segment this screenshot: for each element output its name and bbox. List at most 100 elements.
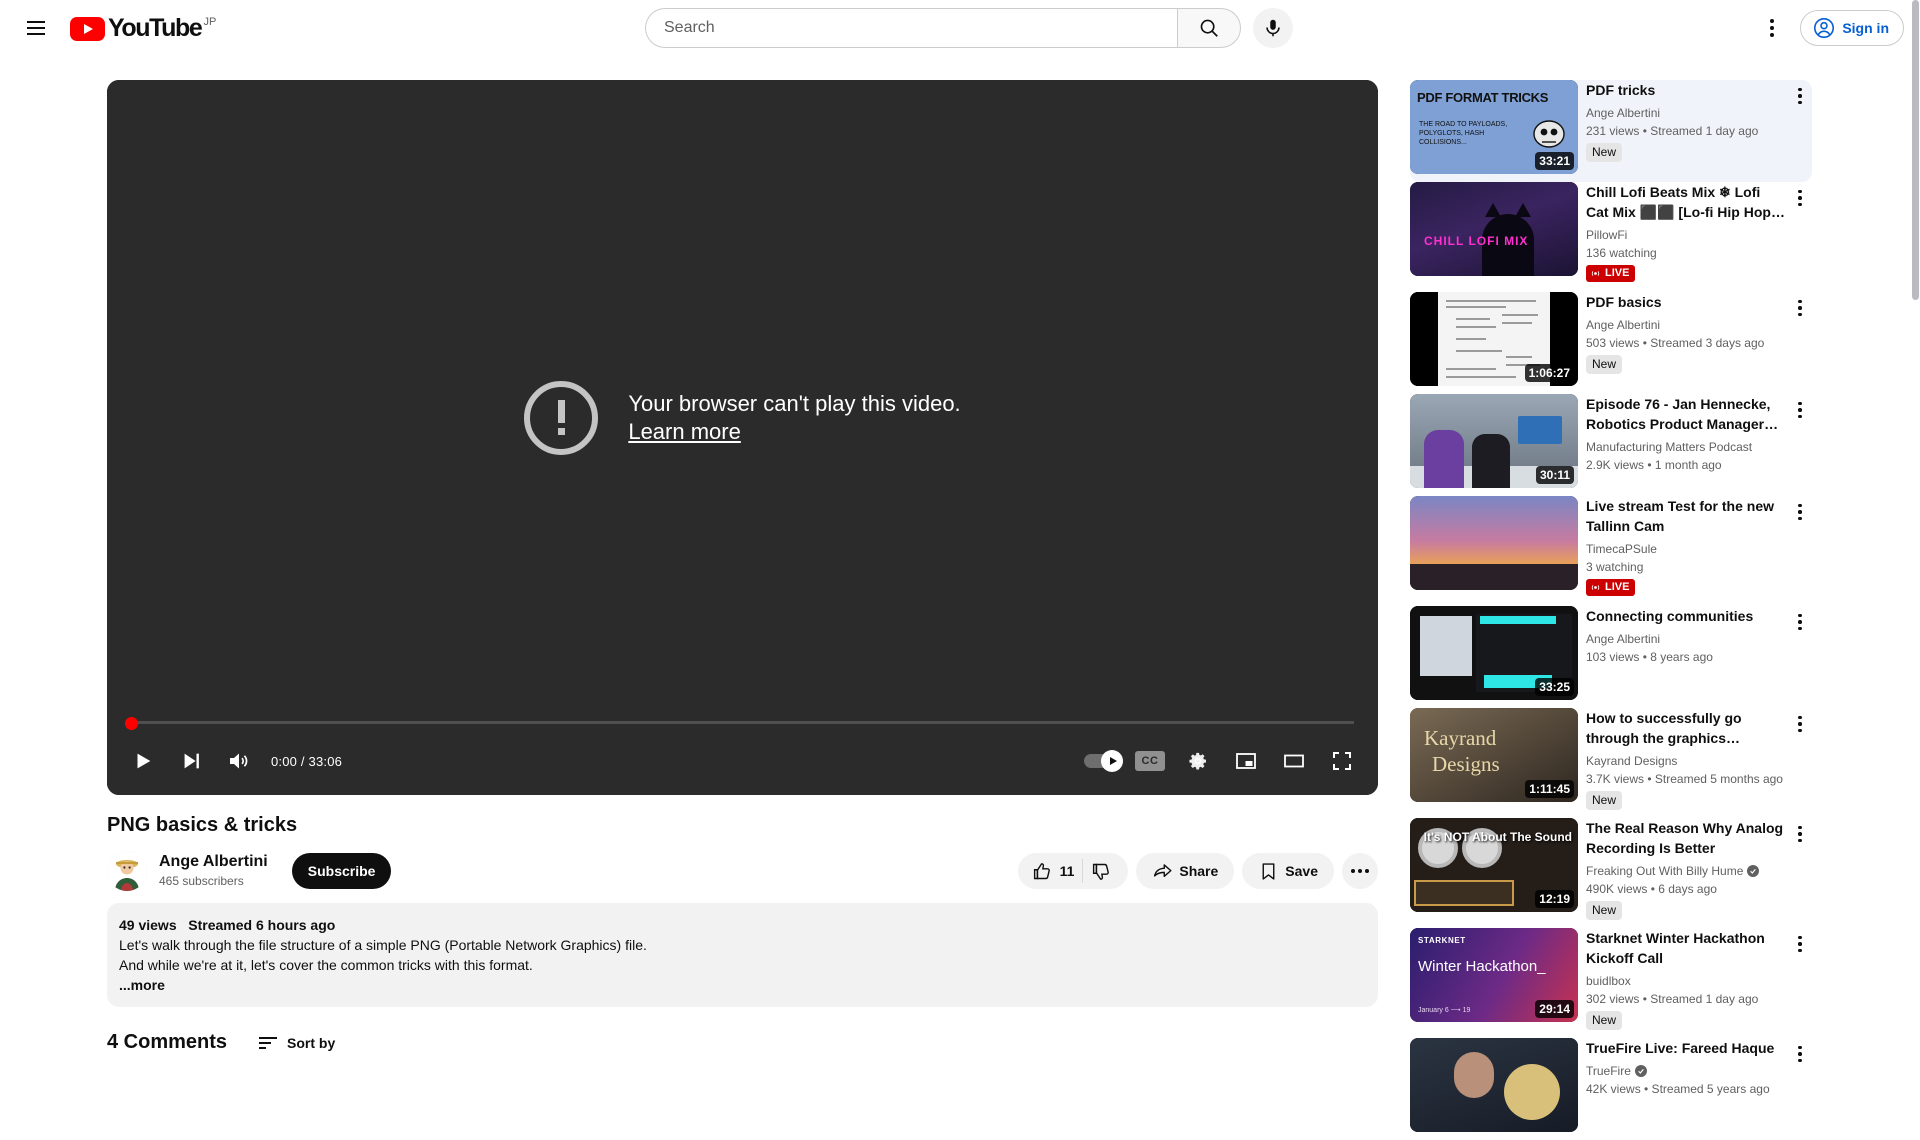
list-item[interactable]: 1:06:27 PDF basics Ange Albertini 503 vi… xyxy=(1410,292,1812,394)
list-item[interactable]: 30:11 Episode 76 - Jan Hennecke, Robotic… xyxy=(1410,394,1812,496)
video-player[interactable]: Your browser can't play this video. Lear… xyxy=(107,80,1378,795)
video-channel[interactable]: TimecaPSule xyxy=(1586,540,1786,558)
video-thumbnail[interactable] xyxy=(1410,496,1578,590)
video-menu-button[interactable] xyxy=(1788,712,1812,736)
video-menu-button[interactable] xyxy=(1788,84,1812,108)
video-title[interactable]: Starknet Winter Hackathon Kickoff Call xyxy=(1586,928,1786,968)
video-channel[interactable]: Kayrand Designs xyxy=(1586,752,1786,770)
page-scrollbar[interactable] xyxy=(1912,0,1920,1080)
scrollbar-thumb[interactable] xyxy=(1912,0,1919,300)
list-item[interactable]: TrueFire Live: Fareed Haque TrueFire 42K… xyxy=(1410,1038,1812,1140)
channel-label: Ange Albertini xyxy=(1586,106,1661,120)
video-title[interactable]: The Real Reason Why Analog Recording Is … xyxy=(1586,818,1786,858)
video-channel[interactable]: Freaking Out With Billy Hume xyxy=(1586,862,1786,880)
video-title[interactable]: Live stream Test for the new Tallinn Cam xyxy=(1586,496,1786,536)
settings-gear-button[interactable] xyxy=(1174,737,1222,785)
video-thumbnail[interactable]: Kayrand Designs 1:11:45 xyxy=(1410,708,1578,802)
list-item[interactable]: It's NOT About The Sound 12:19 The Real … xyxy=(1410,818,1812,928)
youtube-logo[interactable]: YouTube JP xyxy=(70,15,216,41)
video-title[interactable]: Connecting communities xyxy=(1586,606,1786,626)
list-item[interactable]: Live stream Test for the new Tallinn Cam… xyxy=(1410,496,1812,606)
search-icon xyxy=(1200,19,1218,37)
video-channel[interactable]: Manufacturing Matters Podcast xyxy=(1586,438,1786,456)
description-box[interactable]: 49 views Streamed 6 hours ago Let's walk… xyxy=(107,903,1378,1007)
list-item[interactable]: CHILL LOFI MIX Chill Lofi Beats Mix ❄ Lo… xyxy=(1410,182,1812,292)
list-item[interactable]: 33:25 Connecting communities Ange Albert… xyxy=(1410,606,1812,708)
list-item[interactable]: Kayrand Designs 1:11:45 How to successfu… xyxy=(1410,708,1812,818)
settings-kebab-button[interactable] xyxy=(1752,8,1792,48)
video-channel[interactable]: Ange Albertini xyxy=(1586,104,1786,122)
video-stats: 3.7K views • Streamed 5 months ago xyxy=(1586,772,1783,786)
thumbnail-subtext: THE ROAD TO PAYLOADS, POLYGLOTS, HASH CO… xyxy=(1419,121,1508,146)
fullscreen-button[interactable] xyxy=(1318,737,1366,785)
more-actions-button[interactable] xyxy=(1342,853,1378,889)
list-item[interactable]: STARKNET Winter Hackathon_ January 6 ⟶ 1… xyxy=(1410,928,1812,1038)
list-item[interactable]: PDF FORMAT TRICKS THE ROAD TO PAYLOADS, … xyxy=(1410,80,1812,182)
search-box[interactable] xyxy=(645,8,1177,48)
status-badge: New xyxy=(1586,1011,1623,1030)
search-button[interactable] xyxy=(1177,8,1241,48)
channel-name[interactable]: Ange Albertini xyxy=(159,852,268,872)
share-button[interactable]: Share xyxy=(1136,853,1235,889)
video-menu-button[interactable] xyxy=(1788,186,1812,210)
video-title[interactable]: TrueFire Live: Fareed Haque xyxy=(1586,1038,1786,1058)
video-menu-button[interactable] xyxy=(1788,932,1812,956)
video-title[interactable]: PDF basics xyxy=(1586,292,1786,312)
playback-error: Your browser can't play this video. Lear… xyxy=(524,380,961,455)
autoplay-toggle[interactable] xyxy=(1078,737,1126,785)
search-input[interactable] xyxy=(664,19,1161,37)
avatar[interactable] xyxy=(107,851,147,891)
video-channel[interactable]: buidlbox xyxy=(1586,972,1786,990)
hamburger-menu-icon[interactable] xyxy=(16,8,56,48)
video-menu-button[interactable] xyxy=(1788,822,1812,846)
show-more-button[interactable]: ...more xyxy=(119,975,1366,995)
sign-in-button[interactable]: Sign in xyxy=(1800,10,1904,46)
subscribe-button[interactable]: Subscribe xyxy=(291,853,392,889)
video-stats: 231 views • Streamed 1 day ago xyxy=(1586,124,1759,138)
video-thumbnail[interactable]: 1:06:27 xyxy=(1410,292,1578,386)
next-video-button[interactable] xyxy=(167,737,215,785)
voice-search-button[interactable] xyxy=(1253,8,1293,48)
thumbnail-logo-text: STARKNET xyxy=(1418,936,1466,945)
mute-button[interactable] xyxy=(215,737,263,785)
video-menu-button[interactable] xyxy=(1788,398,1812,422)
video-title[interactable]: Episode 76 - Jan Hennecke, Robotics Prod… xyxy=(1586,394,1786,434)
play-button[interactable] xyxy=(119,737,167,785)
captions-label: CC xyxy=(1135,751,1165,771)
dislike-button[interactable] xyxy=(1091,861,1112,882)
video-thumbnail[interactable]: PDF FORMAT TRICKS THE ROAD TO PAYLOADS, … xyxy=(1410,80,1578,174)
captions-button[interactable]: CC xyxy=(1126,737,1174,785)
like-button[interactable]: 11 xyxy=(1032,861,1074,882)
video-title[interactable]: How to successfully go through the graph… xyxy=(1586,708,1786,748)
progress-bar[interactable] xyxy=(125,716,1354,730)
video-duration: 1:11:45 xyxy=(1525,780,1574,798)
video-title[interactable]: PDF tricks xyxy=(1586,80,1786,100)
learn-more-link[interactable]: Learn more xyxy=(628,418,960,446)
thumbnail-subtext: Designs xyxy=(1432,752,1500,776)
video-thumbnail[interactable]: 30:11 xyxy=(1410,394,1578,488)
video-title[interactable]: Chill Lofi Beats Mix ❄ Lofi Cat Mix ⬛⬛ [… xyxy=(1586,182,1786,222)
theater-mode-button[interactable] xyxy=(1270,737,1318,785)
video-channel[interactable]: TrueFire xyxy=(1586,1062,1786,1080)
comments-header: 4 Comments Sort by xyxy=(107,1031,1378,1054)
video-stats: 3 watching xyxy=(1586,560,1644,574)
progress-scrubber[interactable] xyxy=(125,716,138,730)
video-thumbnail[interactable]: It's NOT About The Sound 12:19 xyxy=(1410,818,1578,912)
video-channel[interactable]: PillowFi xyxy=(1586,226,1786,244)
save-button[interactable]: Save xyxy=(1242,853,1334,889)
video-thumbnail[interactable]: CHILL LOFI MIX xyxy=(1410,182,1578,276)
video-thumbnail[interactable]: STARKNET Winter Hackathon_ January 6 ⟶ 1… xyxy=(1410,928,1578,1022)
country-code: JP xyxy=(203,16,217,28)
miniplayer-button[interactable] xyxy=(1222,737,1270,785)
sort-by-button[interactable]: Sort by xyxy=(259,1035,335,1051)
video-channel[interactable]: Ange Albertini xyxy=(1586,630,1786,648)
video-menu-button[interactable] xyxy=(1788,1042,1812,1066)
video-channel[interactable]: Ange Albertini xyxy=(1586,316,1786,334)
search-wrapper xyxy=(645,8,1241,48)
video-menu-button[interactable] xyxy=(1788,296,1812,320)
video-thumbnail[interactable] xyxy=(1410,1038,1578,1132)
status-badge: New xyxy=(1586,901,1623,920)
video-menu-button[interactable] xyxy=(1788,610,1812,634)
video-menu-button[interactable] xyxy=(1788,500,1812,524)
video-thumbnail[interactable]: 33:25 xyxy=(1410,606,1578,700)
